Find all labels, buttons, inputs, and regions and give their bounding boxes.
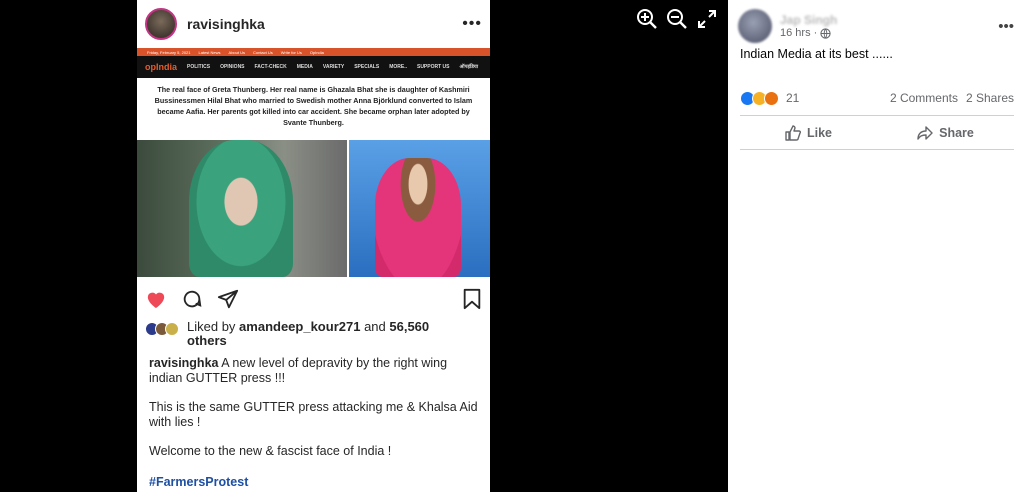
nav-item: SPECIALS (354, 64, 380, 70)
nav-item: VARIETY (322, 64, 345, 70)
post-stats: 2 Comments 2 Shares (890, 91, 1014, 105)
zoom-in-icon[interactable] (636, 8, 658, 30)
share-button[interactable]: Share (877, 119, 1014, 147)
liked-by-prefix: Liked by (187, 319, 240, 334)
bookmark-icon (463, 288, 481, 310)
poster-name[interactable]: Jap Singh (780, 13, 998, 27)
more-options-icon[interactable]: ••• (998, 18, 1014, 35)
ig-action-bar (145, 286, 482, 312)
nav-item: OPINIONS (220, 64, 245, 70)
hashtag: #FarmersProtest (149, 475, 249, 489)
like-button[interactable]: Like (740, 119, 877, 147)
post-details-sidebar: Jap Singh 16 hrs · ••• Indian Media at i… (728, 0, 1024, 492)
topbar-item: Latest News (198, 49, 221, 55)
zoom-out-icon[interactable] (666, 8, 688, 30)
thumbs-up-icon (785, 125, 801, 141)
liked-by-user: amandeep_kour271 (239, 319, 361, 334)
girl-figure (374, 158, 461, 277)
photo-girl-speaking (348, 140, 490, 277)
nav-item: SUPPORT US (416, 64, 450, 70)
fullscreen-icon[interactable] (696, 8, 718, 30)
like-label: Like (806, 126, 832, 140)
site-topbar: Friday, February 5, 2021 Latest News Abo… (137, 48, 490, 56)
reaction-count[interactable]: 21 (786, 91, 799, 105)
site-logo: opIndia (145, 62, 177, 72)
ig-likes: Liked by amandeep_kour271 and 56,560 othe… (145, 320, 475, 348)
comment-icon (183, 290, 202, 308)
ig-username: ravisinghka (187, 16, 265, 32)
caption-text: This is the same GUTTER press attacking … (149, 400, 478, 429)
topbar-item: Contact Us (252, 49, 273, 55)
hijab-figure (189, 140, 293, 277)
ig-caption: ravisinghka A new level of depravity by … (149, 356, 479, 474)
liked-by-text: Liked by amandeep_kour271 and 56,560 othe… (187, 320, 429, 348)
liked-by-count: 56,560 (389, 319, 430, 334)
liked-by-and: and (360, 319, 390, 334)
news-photos (137, 140, 490, 277)
post-text: Indian Media at its best ...... (740, 47, 893, 61)
liker-avatars (145, 320, 185, 338)
post-actions: Like Share (740, 119, 1014, 147)
caption-line: ravisinghka A new level of depravity by … (149, 356, 479, 385)
nav-item: ऑपइंडिया (459, 64, 479, 70)
post-time-text: 16 hrs · (780, 27, 818, 39)
reactions-bar: 21 2 Comments 2 Shares (740, 89, 1014, 107)
site-nav: opIndia POLITICS OPINIONS FACT-CHECK MED… (137, 56, 490, 78)
reaction-icons[interactable] (740, 90, 779, 106)
share-icon (917, 126, 933, 140)
ig-more-icon: ••• (462, 15, 482, 32)
angry-reaction-icon (764, 90, 779, 106)
nav-item: POLITICS (187, 64, 211, 70)
topbar-item: Friday, February 5, 2021 (147, 49, 191, 55)
divider (740, 115, 1014, 116)
poster-avatar[interactable] (738, 9, 772, 43)
divider (740, 149, 1014, 150)
shares-count[interactable]: 2 Shares (966, 91, 1014, 105)
news-headline: The real face of Greta Thunberg. Her rea… (154, 85, 473, 127)
send-icon (217, 289, 239, 309)
ig-post-header: ravisinghka ••• (137, 0, 490, 48)
globe-icon (820, 27, 831, 39)
liker-avatar (165, 322, 179, 336)
caption-user: ravisinghka (149, 356, 219, 370)
viewer-tools (636, 8, 718, 30)
news-screenshot: Friday, February 5, 2021 Latest News Abo… (137, 48, 490, 277)
post-header: Jap Singh 16 hrs · ••• (738, 6, 1014, 46)
comments-count[interactable]: 2 Comments (890, 91, 958, 105)
topbar-item: Write for Us (280, 49, 302, 55)
post-time[interactable]: 16 hrs · (780, 27, 998, 39)
nav-item: MEDIA (296, 64, 313, 70)
caption-text: Welcome to the new & fascist face of Ind… (149, 444, 392, 458)
liked-by-others: others (187, 333, 227, 348)
topbar-item: OpIndia (309, 49, 324, 55)
shared-photo[interactable]: ravisinghka ••• Friday, February 5, 2021… (137, 0, 490, 492)
nav-item: MORE.. (389, 64, 407, 70)
heart-icon (147, 292, 165, 309)
ig-avatar (145, 8, 177, 40)
nav-item: FACT-CHECK (254, 64, 287, 70)
topbar-item: About Us (228, 49, 245, 55)
photo-viewer: ravisinghka ••• Friday, February 5, 2021… (0, 0, 728, 492)
photo-woman-hijab (137, 140, 347, 277)
share-label: Share (939, 126, 974, 140)
